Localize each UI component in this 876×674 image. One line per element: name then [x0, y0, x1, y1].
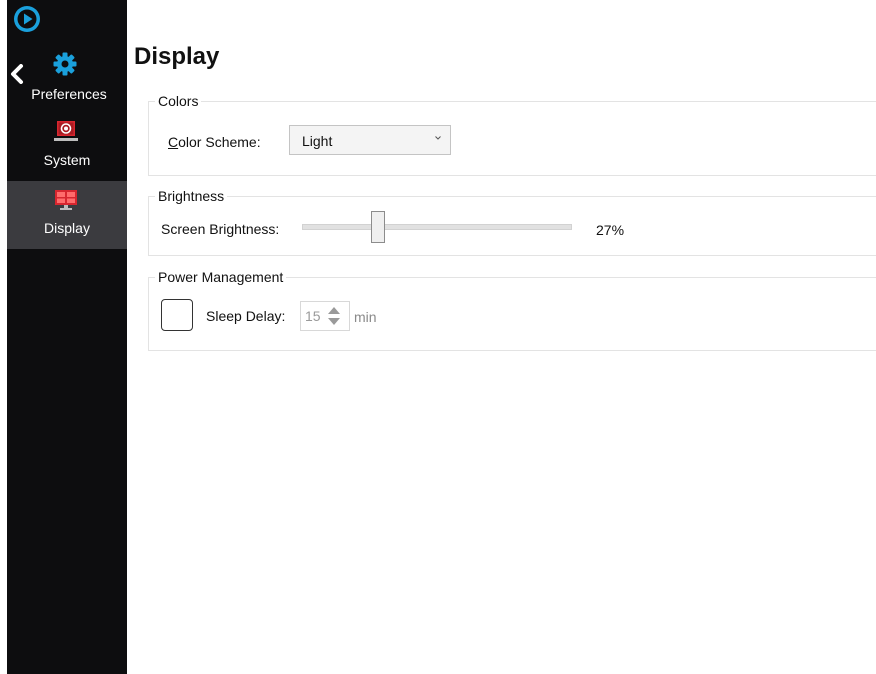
colors-group: Colors Color Scheme: Light [148, 93, 876, 176]
brightness-slider-thumb[interactable] [371, 211, 386, 243]
color-scheme-label-text: olor Scheme: [178, 134, 261, 150]
color-scheme-value: Light [302, 133, 333, 149]
sidebar-item-system[interactable]: System [7, 113, 127, 181]
sidebar-header-label: Preferences [31, 86, 107, 102]
sidebar-item-label: Display [44, 220, 90, 236]
group-title-brightness: Brightness [155, 188, 228, 204]
sidebar-item-label: System [43, 152, 91, 168]
spinner-down-icon[interactable] [327, 317, 341, 327]
sleep-enable-checkbox[interactable] [161, 299, 193, 331]
sleep-delay-unit: min [354, 309, 377, 325]
display-icon [55, 190, 77, 210]
sidebar: Preferences System Display [7, 0, 127, 674]
screen-brightness-label: Screen Brightness: [161, 221, 280, 237]
sleep-delay-label: Sleep Delay: [206, 308, 286, 324]
sidebar-item-display[interactable]: Display [7, 181, 127, 249]
spinner-up-icon[interactable] [327, 305, 341, 315]
brightness-group: Brightness Screen Brightness: 27% [148, 188, 876, 256]
brightness-slider-track[interactable] [302, 224, 572, 230]
color-scheme-select[interactable]: Light [289, 125, 451, 155]
group-title-power: Power Management [155, 269, 287, 285]
group-title-colors: Colors [155, 93, 202, 109]
sleep-delay-spinner[interactable]: 15 [300, 301, 350, 331]
chevron-left-icon[interactable] [10, 64, 24, 84]
power-management-group: Power Management Sleep Delay: 15 min [148, 269, 876, 351]
color-scheme-label: Color Scheme: [168, 134, 261, 150]
brightness-value: 27% [596, 222, 625, 238]
chevron-down-icon [435, 136, 441, 140]
monitor-record-icon [54, 121, 78, 141]
page-title: Display [134, 43, 220, 70]
gear-icon [53, 52, 77, 76]
play-circle-icon[interactable] [14, 6, 40, 32]
color-scheme-access-key: C [168, 134, 179, 150]
sleep-delay-value: 15 [305, 308, 321, 324]
